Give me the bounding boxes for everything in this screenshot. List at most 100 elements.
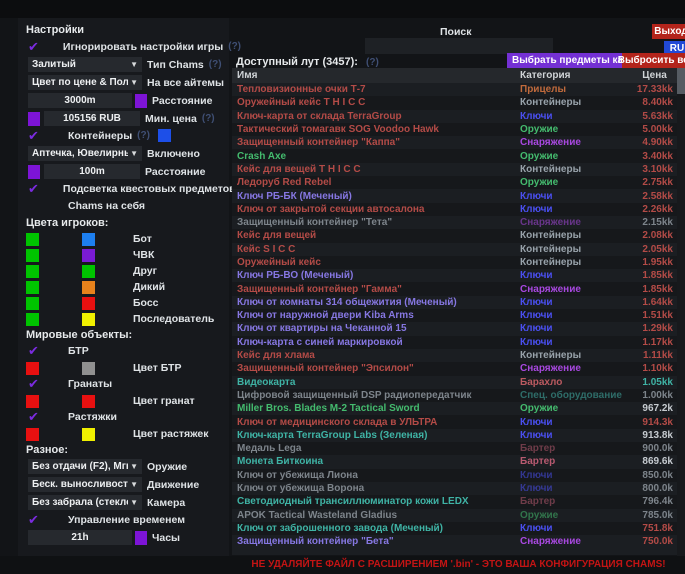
keybind-swatch[interactable] [28,165,40,179]
loot-row[interactable]: Ключ от квартиры на Чеканной 15Ключи1.29… [232,322,677,335]
loot-row[interactable]: Защищенный контейнер "Гамма"Снаряжение1.… [232,282,677,295]
loot-row[interactable]: Защищенный контейнер "Тета"Снаряжение2.1… [232,216,677,229]
loot-item-price: 900.0k [632,443,677,454]
loot-row[interactable]: Тактический томагавк SOG Voodoo HawkОруж… [232,123,677,136]
containers-color-swatch[interactable] [158,129,171,142]
color-swatch[interactable] [26,297,39,310]
camera-misc-dropdown[interactable]: Без забрала (стекло шлема) ▼ [28,495,142,510]
loot-row[interactable]: Ключ от убежища ЛионаКлючи850.0k [232,469,677,482]
dropdown-value: Без забрала (стекло шлема) [32,497,128,508]
color-swatch[interactable] [82,362,95,375]
color-swatch[interactable] [82,233,95,246]
loot-item-name: Видеокарта [232,377,520,388]
loot-row[interactable]: Ключ от убежища ВоронаКлючи800.0k [232,482,677,495]
loot-row[interactable]: Ключ РБ-БК (Меченый)Ключи2.58kk [232,189,677,202]
loot-row[interactable]: Ключ от наружной двери Kiba ArmsКлючи1.5… [232,309,677,322]
loot-row[interactable]: Ключ от медицинского склада в УЛЬТРАКлюч… [232,415,677,428]
exit-button[interactable]: Выход [652,24,685,39]
color-swatch[interactable] [26,313,39,326]
loot-row[interactable]: Ключ-карта TerraGroup Labs (Зеленая)Ключ… [232,429,677,442]
loot-row[interactable]: Оружейный кейс T H I C CКонтейнеры8.40kk [232,96,677,109]
min-price-input[interactable]: 105156 RUB [44,111,140,126]
loot-row[interactable]: Кейс для хламаКонтейнеры1.11kk [232,349,677,362]
loot-row[interactable]: Цифровой защищенный DSP радиопередатчикС… [232,389,677,402]
loot-row[interactable]: Монета БиткоинаБартер869.6k [232,455,677,468]
help-hint-icon[interactable]: (?) [209,59,222,70]
scrollbar-thumb[interactable] [677,68,685,94]
loot-row[interactable]: Тепловизионные очки Т-7Прицелы17.33kk [232,83,677,96]
help-hint-icon[interactable]: (?) [366,57,379,68]
loot-item-category: Прицелы [520,84,632,95]
field-label: Движение [147,479,199,491]
loot-row[interactable]: Ключ от комнаты 314 общежития (Меченый)К… [232,296,677,309]
color-swatch[interactable] [26,265,39,278]
quest-highlight-checkbox[interactable]: ✔ Подсветка квестовых предметов [26,181,229,196]
keybind-swatch[interactable] [135,94,147,108]
loot-row[interactable]: Защищенный контейнер "Бета"Снаряжение750… [232,535,677,548]
keybind-swatch[interactable] [28,112,40,126]
grenades-checkbox[interactable]: ✔ Гранаты [26,376,229,391]
loot-row[interactable]: Miller Bros. Blades M-2 Tactical SwordОр… [232,402,677,415]
color-swatch[interactable] [26,362,39,375]
btr-checkbox[interactable]: ✔ БТР [26,343,229,358]
color-swatch[interactable] [82,265,95,278]
loot-item-category: Ключи [520,323,632,334]
hours-input[interactable]: 21h [28,530,132,545]
color-swatch[interactable] [26,281,39,294]
color-swatch[interactable] [26,428,39,441]
loot-row[interactable]: Crash AxeОружие3.40kk [232,149,677,162]
loot-item-price: 869.6k [632,456,677,467]
render-distance-input[interactable]: 3000m [28,93,132,108]
color-swatch[interactable] [82,313,95,326]
loot-row[interactable]: Ключ от заброшенного завода (Меченый)Клю… [232,522,677,535]
loot-row[interactable]: Кейс S I C CКонтейнеры2.05kk [232,243,677,256]
loot-row[interactable]: Кейс для вещей T H I C CКонтейнеры3.10kk [232,163,677,176]
ignore-game-settings-checkbox[interactable]: ✔ Игнорировать настройки игры (?) [26,39,229,54]
field-label: Тип Chams [147,59,204,71]
loot-row[interactable]: ВидеокартаБарахло1.05kk [232,376,677,389]
tripwires-checkbox[interactable]: ✔ Растяжки [26,409,229,424]
color-swatch[interactable] [26,233,39,246]
loot-row[interactable]: Светодиодный трансиллюминатор кожи LEDXБ… [232,495,677,508]
loot-row[interactable]: Медаль LegaБартер900.0k [232,442,677,455]
loot-row[interactable]: Ключ-карта от склада TerraGroupКлючи5.63… [232,110,677,123]
loot-row[interactable]: APOK Tactical Wasteland GladiusОружие785… [232,509,677,522]
self-chams-checkbox[interactable]: Chams на себя [26,198,229,213]
scrollbar-track[interactable] [677,68,685,556]
color-swatch[interactable] [82,281,95,294]
color-swatch[interactable] [82,428,95,441]
loot-row[interactable]: Ключ РБ-ВО (Меченый)Ключи1.85kk [232,269,677,282]
loot-row[interactable]: Ключ от закрытой секции автосалонаКлючи2… [232,203,677,216]
color-swatch[interactable] [26,395,39,408]
loot-row[interactable]: Кейс для вещейКонтейнеры2.08kk [232,229,677,242]
chams-type-dropdown[interactable]: Залитый ▼ [28,57,142,72]
color-swatch[interactable] [82,297,95,310]
field-label: Оружие [147,461,187,473]
help-hint-icon[interactable]: (?) [202,113,215,124]
loot-item-price: 5.00kk [632,124,677,135]
containers-checkbox[interactable]: ✔ Контейнеры (?) [26,128,229,143]
drop-all-button[interactable]: Выбросить все [622,53,685,68]
color-swatch[interactable] [82,249,95,262]
loot-row[interactable]: Ключ-карта с синей маркировкойКлючи1.17k… [232,336,677,349]
all-items-mode-dropdown[interactable]: Цвет по цене & Пользователь ▼ [28,75,142,90]
help-hint-icon[interactable]: (?) [228,41,241,52]
help-hint-icon[interactable]: (?) [137,130,150,141]
search-input[interactable] [365,38,553,54]
weapon-misc-dropdown[interactable]: Без отдачи (F2), Мгновенное п ▼ [28,459,142,474]
loot-item-name: Оружейный кейс [232,257,520,268]
keybind-swatch[interactable] [135,531,147,545]
loot-row[interactable]: Защищенный контейнер "Эпсилон"Снаряжение… [232,362,677,375]
containers-filter-dropdown[interactable]: Аптечка, Ювелирные и... ▼ [28,146,142,161]
movement-misc-dropdown[interactable]: Беск. выносливость и нет уста ▼ [28,477,142,492]
containers-distance-input[interactable]: 100m [44,164,140,179]
color-swatch[interactable] [26,249,39,262]
time-control-checkbox[interactable]: ✔ Управление временем [26,512,229,527]
loot-row[interactable]: Ледоруб Red RebelОружие2.75kk [232,176,677,189]
loot-item-price: 2.26kk [632,204,677,215]
loot-item-category: Бартер [520,496,632,507]
loot-item-category: Контейнеры [520,244,632,255]
color-swatch[interactable] [82,395,95,408]
loot-row[interactable]: Защищенный контейнер "Каппа"Снаряжение4.… [232,136,677,149]
loot-row[interactable]: Оружейный кейсКонтейнеры1.95kk [232,256,677,269]
